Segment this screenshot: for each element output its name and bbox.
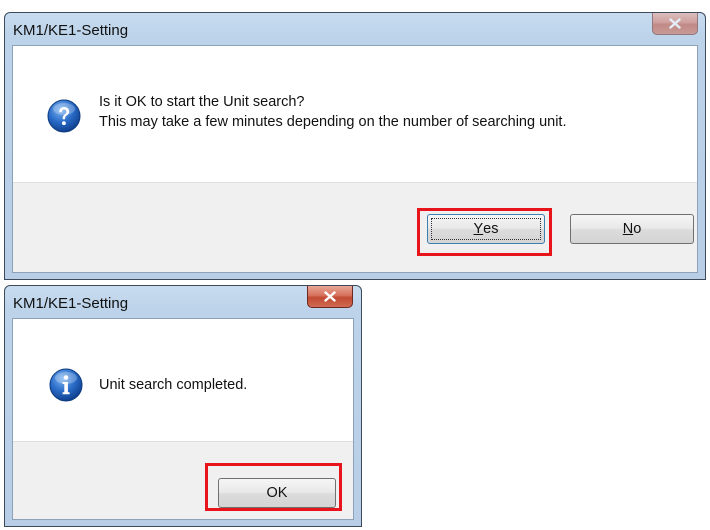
button-area: Yes No (13, 182, 697, 272)
unit-search-complete-dialog: KM1/KE1-Setting Unit search completed. O… (4, 285, 362, 527)
no-label: o (633, 221, 642, 237)
no-mnemonic: N (622, 221, 634, 237)
dialog-title: KM1/KE1-Setting (13, 22, 129, 39)
yes-label: es (483, 221, 499, 237)
question-icon (47, 99, 81, 133)
message-line-1: Is it OK to start the Unit search? (99, 94, 305, 110)
close-button[interactable] (307, 286, 353, 308)
yes-button[interactable]: Yes (427, 214, 545, 244)
close-icon (324, 291, 336, 302)
button-area: OK (13, 441, 353, 519)
ok-button[interactable]: OK (218, 478, 336, 508)
message-area: Is it OK to start the Unit search? This … (13, 46, 697, 182)
dialog-content: Is it OK to start the Unit search? This … (12, 45, 698, 273)
title-bar[interactable]: KM1/KE1-Setting (5, 286, 361, 320)
info-message: Unit search completed. (99, 377, 248, 393)
title-bar[interactable]: KM1/KE1-Setting (5, 13, 705, 47)
unit-search-confirm-dialog: KM1/KE1-Setting Is it OK to start the Un… (4, 12, 706, 280)
message-area: Unit search completed. (13, 319, 353, 441)
close-icon (669, 18, 681, 29)
confirm-message: Is it OK to start the Unit search? This … (99, 92, 659, 132)
no-button[interactable]: No (570, 214, 694, 244)
dialog-content: Unit search completed. OK (12, 318, 354, 520)
dialog-title: KM1/KE1-Setting (13, 295, 129, 312)
message-line-2: This may take a few minutes depending on… (99, 114, 567, 130)
info-icon (49, 368, 83, 402)
yes-mnemonic: Y (473, 221, 484, 237)
close-button[interactable] (652, 13, 698, 35)
